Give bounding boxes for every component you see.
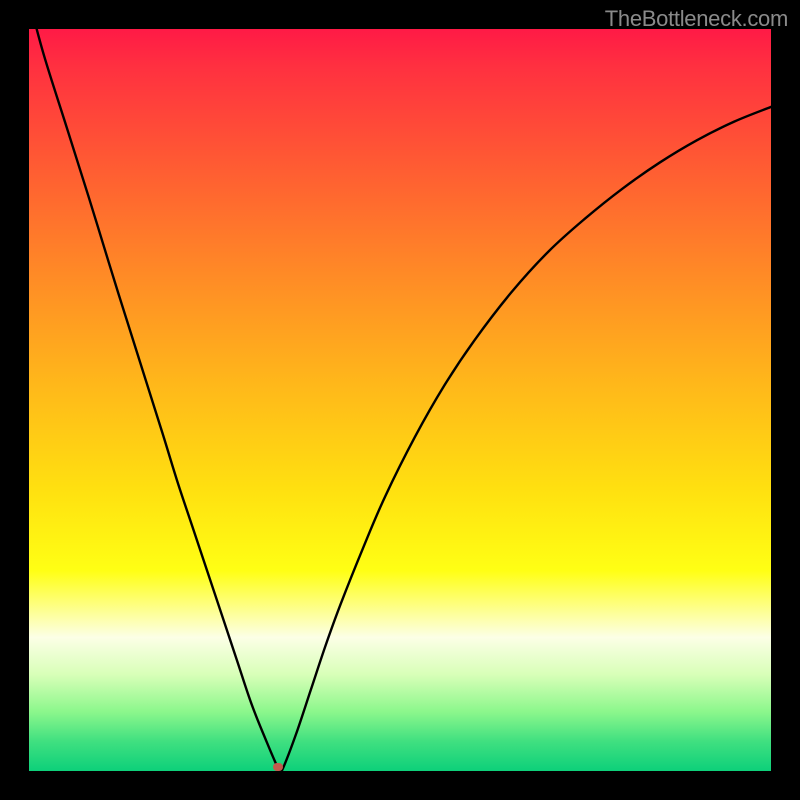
min-marker-icon [270, 761, 286, 771]
chart-frame: TheBottleneck.com [0, 0, 800, 800]
watermark-text: TheBottleneck.com [605, 6, 788, 32]
plot-area [29, 29, 771, 771]
bottleneck-curve [29, 29, 771, 771]
